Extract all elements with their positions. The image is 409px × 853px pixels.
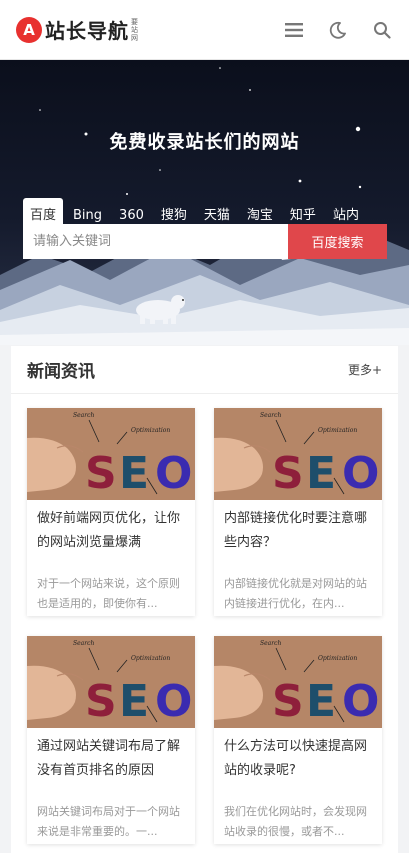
logo-subtext: 要站网 <box>131 17 138 42</box>
news-card-title: 什么方法可以快速提高网站的收录呢? <box>224 739 368 778</box>
news-card[interactable]: Search Optimization S E O 通过网站关键词布局了解没有首页排名的… <box>27 636 195 844</box>
top-header: A 站长导航 要站网 <box>0 0 409 60</box>
svg-text:Optimization: Optimization <box>131 655 170 662</box>
svg-text:S: S <box>272 448 304 499</box>
svg-text:Search: Search <box>73 640 94 647</box>
search-input[interactable] <box>23 224 288 259</box>
svg-text:O: O <box>342 676 379 727</box>
search-bar: 百度搜索 <box>23 224 387 259</box>
search-icon[interactable] <box>371 19 393 41</box>
svg-text:Optimization: Optimization <box>131 427 170 434</box>
news-card[interactable]: Search Optimization S E O 做好前端网页优化，让你的网站浏览量爆… <box>27 408 195 616</box>
news-panel-header: 新闻资讯 更多+ <box>11 346 398 394</box>
logo-text: 站长导航 <box>45 19 129 43</box>
news-card-title: 做好前端网页优化，让你的网站浏览量爆满 <box>37 511 181 550</box>
news-card-title: 内部链接优化时要注意哪些内容？ <box>224 511 368 550</box>
svg-text:E: E <box>119 448 149 499</box>
seo-thumbnail-image: Search Optimization S E O <box>27 408 195 500</box>
svg-text:E: E <box>306 448 336 499</box>
news-card-desc: 内部链接优化就是对网站的站内链接进行优化，在内... <box>224 577 367 610</box>
more-link[interactable]: 更多+ <box>348 361 382 378</box>
svg-text:O: O <box>342 448 379 499</box>
svg-text:E: E <box>306 676 336 727</box>
svg-text:E: E <box>119 676 149 727</box>
seo-thumbnail-image: Search Optimization S E O <box>214 408 382 500</box>
news-panel: 新闻资讯 更多+ Search Optimization S E O 做好前端网页优化，… <box>11 346 398 853</box>
news-card[interactable]: Search Optimization S E O 内部链接优化时要注意哪些内容？ 内部… <box>214 408 382 616</box>
hero-title: 免费收录站长们的网站 <box>109 132 300 153</box>
search-submit-button[interactable]: 百度搜索 <box>288 224 387 259</box>
seo-thumbnail-image: Search Optimization S E O <box>27 636 195 728</box>
svg-text:Search: Search <box>260 640 281 647</box>
svg-text:Optimization: Optimization <box>318 427 357 434</box>
news-panel-title: 新闻资讯 <box>27 362 95 382</box>
svg-text:O: O <box>155 448 192 499</box>
site-logo[interactable]: A 站长导航 要站网 <box>16 15 141 44</box>
svg-text:S: S <box>272 676 304 727</box>
svg-text:S: S <box>85 448 117 499</box>
news-card-desc: 网站关键词布局对于一个网站来说是非常重要的。一... <box>37 805 180 838</box>
seo-thumbnail-image: Search Optimization S E O <box>214 636 382 728</box>
svg-text:O: O <box>155 676 192 727</box>
logo-badge: A <box>16 16 42 43</box>
svg-text:Search: Search <box>73 412 94 419</box>
hero-banner: 免费收录站长们的网站 百度Bing360搜狗天猫淘宝知乎站内 百度搜索 <box>0 60 409 345</box>
news-grid: Search Optimization S E O 做好前端网页优化，让你的网站浏览量爆… <box>27 408 382 844</box>
svg-text:S: S <box>85 676 117 727</box>
menu-icon[interactable] <box>283 19 305 41</box>
news-card[interactable]: Search Optimization S E O 什么方法可以快速提高网站的收录呢? … <box>214 636 382 844</box>
news-card-desc: 对于一个网站来说，这个原则也是适用的，即使你有... <box>37 577 180 610</box>
svg-text:Search: Search <box>260 412 281 419</box>
news-card-desc: 我们在优化网站时，会发现网站收录的很慢，或者不... <box>224 805 367 838</box>
svg-text:Optimization: Optimization <box>318 655 357 662</box>
news-card-title: 通过网站关键词布局了解没有首页排名的原因 <box>37 739 181 778</box>
moon-icon[interactable] <box>327 19 349 41</box>
